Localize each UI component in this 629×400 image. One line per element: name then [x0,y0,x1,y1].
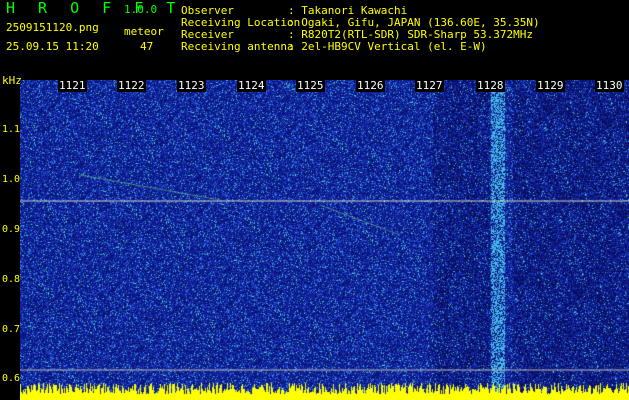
app-version: 1.0.0 [124,3,158,16]
meteor-count: 47 [140,40,154,53]
y-tick-label: 0.7 [2,324,21,335]
x-tick-label: 1126 [356,79,385,92]
x-tick-label: 1129 [536,79,565,92]
y-tick-label: 0.9 [2,224,21,235]
y-axis-panel [0,72,20,400]
spectrogram-canvas [20,80,629,400]
x-tick-label: 1121 [58,79,87,92]
antenna-label: Receiving antenna [181,40,294,53]
y-tick-label: 1.1 [2,124,21,135]
x-tick-label: 1128 [476,79,505,92]
x-tick-label: 1127 [415,79,444,92]
x-tick-label: 1122 [117,79,146,92]
y-tick-label: 0.8 [2,274,21,285]
y-tick-label: 0.6 [2,373,21,384]
header-panel: H R O F F T 1.0.0 2509151120.png 25.09.1… [0,0,629,72]
file-datetime: 25.09.15 11:20 [6,40,99,53]
x-tick-label: 1123 [177,79,206,92]
x-tick-label: 1130 [595,79,624,92]
antenna-value: : 2el-HB9CV Vertical (el. E-W) [288,40,487,53]
y-axis-unit: kHz [2,74,22,87]
meteor-label: meteor [124,25,164,38]
x-tick-label: 1124 [237,79,266,92]
y-tick-label: 1.0 [2,174,21,185]
file-name: 2509151120.png [6,21,99,34]
x-tick-label: 1125 [296,79,325,92]
